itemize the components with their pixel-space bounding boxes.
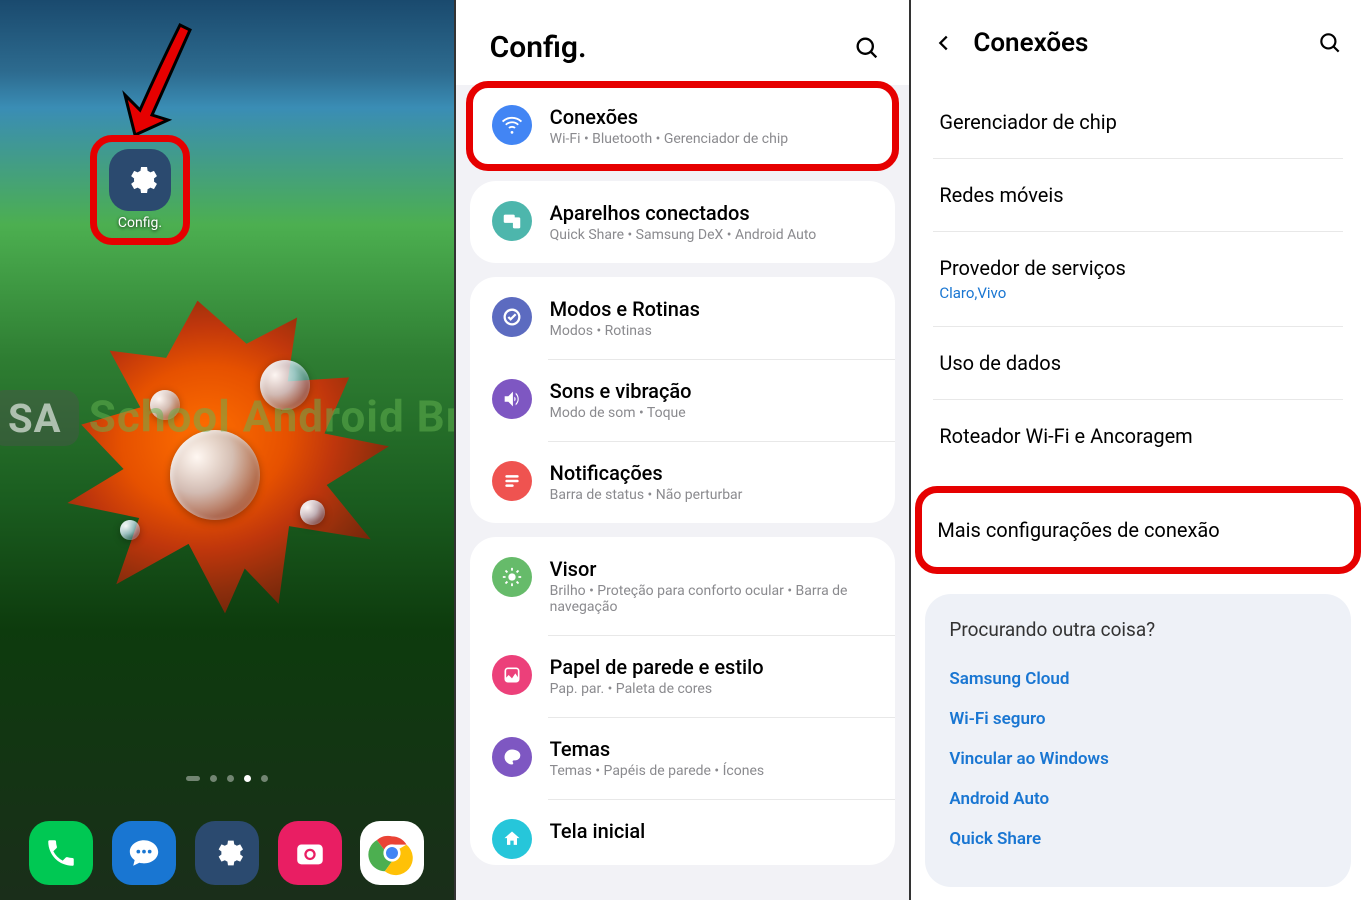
- settings-item-connected-devices[interactable]: Aparelhos conectados Quick Share • Samsu…: [470, 181, 896, 263]
- settings-item-wallpaper[interactable]: Papel de parede e estilo Pap. par. • Pal…: [470, 635, 896, 717]
- setting-item-subtitle: Modo de som • Toque: [550, 405, 874, 421]
- setting-item-subtitle: Wi-Fi • Bluetooth • Gerenciador de chip: [550, 131, 874, 147]
- wallpaper-droplet: [170, 430, 260, 520]
- setting-item-title: Visor: [550, 557, 874, 581]
- notifications-icon: [492, 461, 532, 501]
- connections-item-data-usage[interactable]: Uso de dados: [933, 327, 1343, 400]
- setting-item-subtitle: Temas • Papéis de parede • Ícones: [550, 763, 874, 779]
- chevron-left-icon: [933, 32, 955, 54]
- suggest-link-quick-share[interactable]: Quick Share: [949, 819, 1327, 859]
- connections-item-service-provider[interactable]: Provedor de serviços Claro,Vivo: [933, 232, 1343, 327]
- setting-item-subtitle: Modos • Rotinas: [550, 323, 874, 339]
- sound-icon: [492, 379, 532, 419]
- setting-item-subtitle: Quick Share • Samsung DeX • Android Auto: [550, 227, 874, 243]
- setting-item-subtitle: Pap. par. • Paleta de cores: [550, 681, 874, 697]
- conn-item-subtitle: Claro,Vivo: [939, 284, 1337, 302]
- modes-icon: [492, 297, 532, 337]
- setting-item-subtitle: Brilho • Proteção para conforto ocular •…: [550, 583, 874, 615]
- settings-item-themes[interactable]: Temas Temas • Papéis de parede • Ícones: [470, 717, 896, 799]
- settings-header: Config.: [456, 0, 910, 85]
- settings-item-homescreen[interactable]: Tela inicial: [470, 799, 896, 865]
- gear-icon: [122, 162, 158, 198]
- connections-header: Conexões: [911, 0, 1365, 86]
- settings-item-display[interactable]: Visor Brilho • Proteção para conforto oc…: [470, 537, 896, 635]
- tutorial-arrow-icon: [120, 15, 220, 145]
- phone-app-icon[interactable]: [29, 821, 93, 885]
- suggest-link-secure-wifi[interactable]: Wi-Fi seguro: [949, 699, 1327, 739]
- suggest-link-samsung-cloud[interactable]: Samsung Cloud: [949, 659, 1327, 699]
- setting-item-title: Papel de parede e estilo: [550, 655, 874, 679]
- devices-icon: [492, 201, 532, 241]
- conn-item-title: Redes móveis: [939, 183, 1337, 207]
- connections-item-more-settings[interactable]: Mais configurações de conexão: [919, 490, 1357, 570]
- conn-item-title: Gerenciador de chip: [939, 110, 1337, 134]
- setting-item-title: Modos e Rotinas: [550, 297, 874, 321]
- search-button[interactable]: [853, 34, 881, 62]
- wifi-icon: [492, 105, 532, 145]
- wallpaper-droplet: [120, 520, 140, 540]
- suggest-title: Procurando outra coisa?: [949, 618, 1327, 641]
- display-icon: [492, 557, 532, 597]
- setting-item-subtitle: Barra de status • Não perturbar: [550, 487, 874, 503]
- connections-item-hotspot[interactable]: Roteador Wi-Fi e Ancoragem: [933, 400, 1343, 472]
- setting-item-title: Notificações: [550, 461, 874, 485]
- home-screen-panel: Config. SASchool Android Br: [0, 0, 454, 900]
- settings-panel: Config. Conexões Wi-Fi • Bluetooth • Ger…: [456, 0, 910, 900]
- themes-icon: [492, 737, 532, 777]
- back-button[interactable]: [933, 32, 955, 54]
- looking-for-card: Procurando outra coisa? Samsung Cloud Wi…: [925, 594, 1351, 887]
- wallpaper-droplet: [260, 360, 310, 410]
- search-icon: [853, 34, 881, 62]
- wallpaper-droplet: [150, 390, 180, 420]
- settings-app-label: Config.: [118, 215, 162, 231]
- conn-item-title: Uso de dados: [939, 351, 1337, 375]
- setting-item-title: Temas: [550, 737, 874, 761]
- connections-item-mobile-networks[interactable]: Redes móveis: [933, 159, 1343, 232]
- settings-app-icon[interactable]: [109, 149, 171, 211]
- connections-panel: Conexões Gerenciador de chip Redes móvei…: [911, 0, 1365, 900]
- connections-item-sim-manager[interactable]: Gerenciador de chip: [933, 86, 1343, 159]
- conn-item-title: Roteador Wi-Fi e Ancoragem: [939, 424, 1337, 448]
- camera-app-icon[interactable]: [278, 821, 342, 885]
- messages-app-icon[interactable]: [112, 821, 176, 885]
- chrome-app-icon[interactable]: [360, 821, 424, 885]
- settings-title: Config.: [490, 30, 587, 65]
- settings-dock-icon[interactable]: [195, 821, 259, 885]
- setting-item-title: Tela inicial: [550, 819, 874, 843]
- page-indicator: [0, 775, 454, 782]
- suggest-link-android-auto[interactable]: Android Auto: [949, 779, 1327, 819]
- search-button[interactable]: [1317, 30, 1343, 56]
- settings-item-notifications[interactable]: Notificações Barra de status • Não pertu…: [470, 441, 896, 523]
- settings-item-connections[interactable]: Conexões Wi-Fi • Bluetooth • Gerenciador…: [470, 85, 896, 167]
- wallpaper-droplet: [300, 500, 325, 525]
- conn-item-title: Mais configurações de conexão: [937, 518, 1339, 542]
- settings-item-sound[interactable]: Sons e vibração Modo de som • Toque: [470, 359, 896, 441]
- settings-app-highlight[interactable]: Config.: [90, 135, 190, 245]
- home-icon: [492, 819, 532, 859]
- wallpaper-icon: [492, 655, 532, 695]
- conn-item-title: Provedor de serviços: [939, 256, 1337, 280]
- setting-item-title: Aparelhos conectados: [550, 201, 874, 225]
- search-icon: [1317, 30, 1343, 56]
- settings-item-modes[interactable]: Modos e Rotinas Modos • Rotinas: [470, 277, 896, 359]
- setting-item-title: Conexões: [550, 105, 874, 129]
- setting-item-title: Sons e vibração: [550, 379, 874, 403]
- connections-title: Conexões: [973, 28, 1299, 58]
- dock: [0, 821, 454, 885]
- suggest-link-link-to-windows[interactable]: Vincular ao Windows: [949, 739, 1327, 779]
